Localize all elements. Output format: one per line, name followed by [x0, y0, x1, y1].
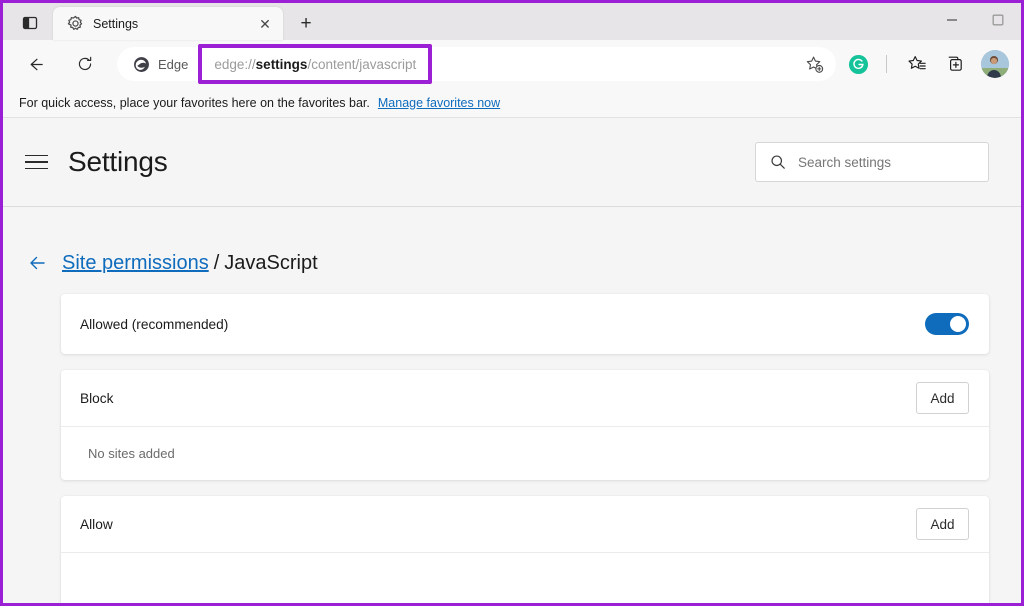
- card-block-label: Block: [80, 391, 916, 406]
- star-plus-icon: [805, 55, 824, 74]
- maximize-button[interactable]: [975, 3, 1021, 36]
- reload-icon: [76, 55, 94, 73]
- toolbar-divider: [886, 55, 887, 73]
- page-title: Settings: [68, 146, 168, 178]
- allow-add-button[interactable]: Add: [916, 508, 969, 540]
- back-button[interactable]: [19, 48, 51, 80]
- breadcrumb-current: JavaScript: [224, 252, 317, 275]
- collections-button[interactable]: [939, 48, 971, 80]
- new-tab-button[interactable]: +: [291, 9, 321, 38]
- card-allow-empty-row: [61, 552, 989, 606]
- block-add-button[interactable]: Add: [916, 382, 969, 414]
- breadcrumb-parent-link[interactable]: Site permissions: [62, 252, 209, 275]
- breadcrumb: Site permissions / JavaScript: [3, 207, 1021, 273]
- card-allowed-label: Allowed (recommended): [80, 317, 925, 332]
- javascript-allowed-toggle[interactable]: [925, 313, 969, 335]
- minimize-button[interactable]: [929, 3, 975, 36]
- grammarly-g-icon: [848, 54, 869, 75]
- breadcrumb-separator: /: [214, 252, 220, 275]
- card-allowed: Allowed (recommended): [61, 294, 989, 354]
- card-block-empty-text: No sites added: [80, 446, 175, 461]
- avatar-image: [981, 50, 1009, 78]
- url-domain: settings: [256, 57, 308, 72]
- url-text[interactable]: edge://settings/content/javascript: [202, 49, 428, 79]
- edge-brand-badge: Edge: [133, 56, 198, 73]
- reload-button[interactable]: [69, 48, 101, 80]
- split-panel-icon: [22, 15, 38, 31]
- card-block-empty-row: No sites added: [61, 426, 989, 480]
- search-settings-box[interactable]: [755, 142, 989, 182]
- title-bar: Settings ✕ +: [3, 3, 1021, 40]
- grammarly-extension-button[interactable]: [842, 48, 874, 80]
- search-settings-wrap: [755, 142, 989, 182]
- tab-close-button[interactable]: ✕: [255, 14, 275, 34]
- back-arrow-icon: [26, 55, 45, 74]
- url-path: /content/javascript: [307, 57, 416, 72]
- search-icon: [770, 154, 786, 170]
- settings-page: Settings Site permissions / JavaScri: [3, 118, 1021, 606]
- favorites-bar-message: For quick access, place your favorites h…: [19, 96, 370, 110]
- permission-cards: Allowed (recommended) Block Add No sites…: [3, 273, 1021, 606]
- card-block-header: Block Add: [61, 370, 989, 426]
- favorites-button[interactable]: [901, 48, 933, 80]
- card-allow-header: Allow Add: [61, 496, 989, 552]
- browser-window: Settings ✕ +: [0, 0, 1024, 606]
- breadcrumb-back-button[interactable]: [25, 251, 49, 275]
- tab-actions-button[interactable]: [13, 8, 47, 38]
- browser-tab-settings[interactable]: Settings ✕: [53, 7, 283, 40]
- window-controls: [929, 3, 1021, 36]
- settings-header: Settings: [3, 118, 1021, 207]
- edge-logo-icon: [133, 56, 150, 73]
- url-highlight-box: edge://settings/content/javascript: [198, 44, 432, 84]
- manage-favorites-link[interactable]: Manage favorites now: [378, 96, 500, 110]
- minimize-icon: [946, 14, 958, 26]
- collections-icon: [945, 54, 965, 74]
- toolbar-icons: [836, 48, 1011, 80]
- search-input[interactable]: [798, 155, 968, 170]
- browser-toolbar: Edge edge://settings/content/javascript: [3, 40, 1021, 88]
- address-bar[interactable]: Edge edge://settings/content/javascript: [117, 47, 836, 81]
- card-allow-label: Allow: [80, 517, 916, 532]
- card-allowed-row: Allowed (recommended): [61, 294, 989, 354]
- card-allow: Allow Add: [61, 496, 989, 606]
- back-arrow-icon: [27, 253, 47, 273]
- favorites-bar: For quick access, place your favorites h…: [3, 88, 1021, 118]
- hamburger-menu-icon[interactable]: [25, 149, 51, 175]
- tab-title: Settings: [93, 17, 255, 31]
- toggle-knob: [950, 316, 966, 332]
- edge-label: Edge: [158, 57, 188, 72]
- maximize-icon: [992, 14, 1004, 26]
- card-block: Block Add No sites added: [61, 370, 989, 480]
- profile-avatar[interactable]: [981, 50, 1009, 78]
- gear-icon: [67, 15, 84, 32]
- add-favorite-button[interactable]: [799, 49, 829, 79]
- favorites-star-list-icon: [907, 54, 927, 74]
- url-prefix: edge://: [214, 57, 255, 72]
